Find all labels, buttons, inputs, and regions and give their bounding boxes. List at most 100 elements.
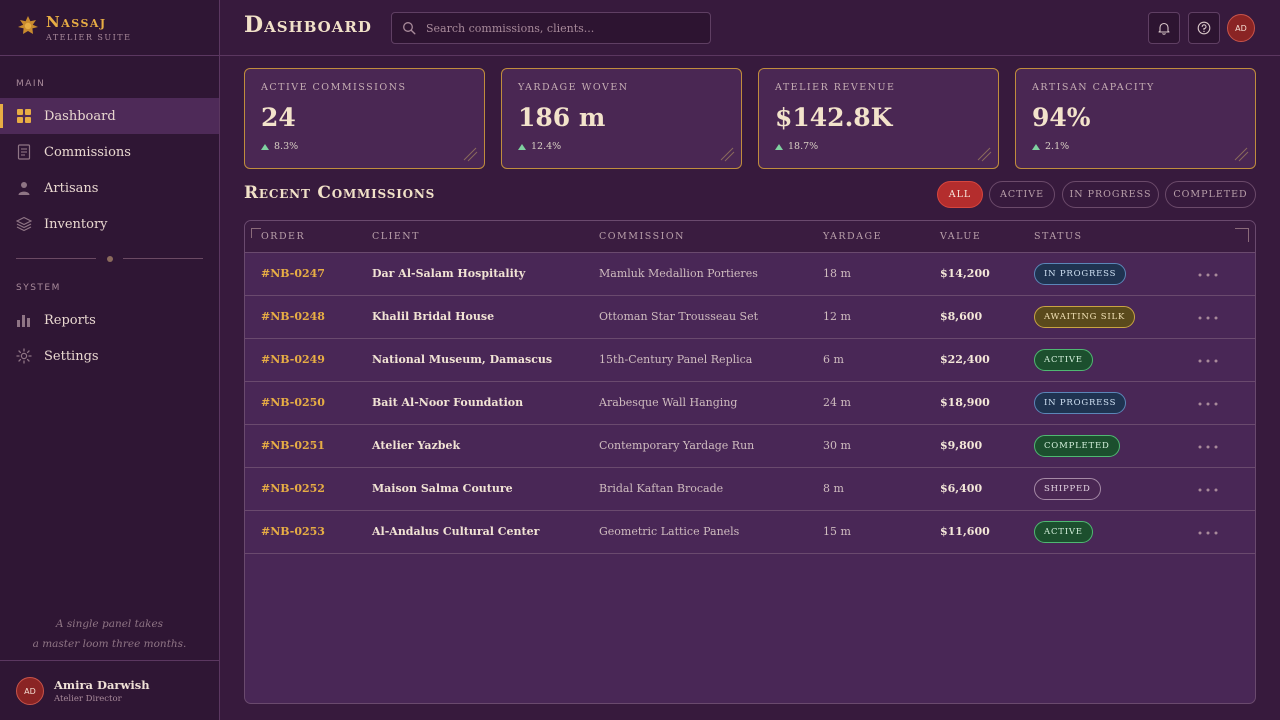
quote-line: a master loom three months. — [32, 638, 187, 650]
header-avatar[interactable]: AD — [1227, 14, 1255, 42]
grid-icon — [17, 109, 31, 123]
order-id[interactable]: #NB-0252 — [261, 482, 325, 495]
stat-label: Yardage Woven — [518, 82, 629, 93]
table-row[interactable]: #NB-0253 Al-Andalus Cultural Center Geomet… — [245, 511, 1255, 554]
corner-ornament-icon — [720, 147, 735, 162]
trend-up-icon — [775, 143, 783, 150]
client-name: Khalil Bridal House — [372, 310, 495, 323]
commission-name: Contemporary Yardage Run — [599, 439, 755, 452]
table-row[interactable]: #NB-0250 Bait Al-Noor Foundation Arabesque… — [245, 382, 1255, 425]
gear-icon — [16, 348, 32, 364]
status-badge: In Progress — [1034, 263, 1127, 285]
yardage: 30 m — [823, 439, 851, 452]
table-row[interactable]: #NB-0248 Khalil Bridal House Ottoman Star … — [245, 296, 1255, 339]
column-header-order[interactable]: Order — [261, 231, 305, 242]
status-badge: Active — [1034, 349, 1093, 371]
status-badge: Awaiting Silk — [1034, 306, 1136, 328]
trend-up-icon — [1032, 143, 1040, 150]
column-header-status[interactable]: Status — [1034, 231, 1083, 242]
order-value: $22,400 — [940, 353, 990, 366]
yardage: 8 m — [823, 482, 844, 495]
stat-card-atelier-revenue[interactable]: Atelier Revenue $142.8K 18.7% — [758, 68, 999, 169]
sidebar-item-dashboard[interactable]: Dashboard — [0, 98, 219, 134]
stat-label: Artisan Capacity — [1032, 82, 1155, 93]
order-value: $9,800 — [940, 439, 983, 452]
user-profile[interactable]: AD Amira Darwish Atelier Director — [0, 660, 219, 720]
column-header-value[interactable]: Value — [940, 231, 981, 242]
table-row[interactable]: #NB-0251 Atelier Yazbek Contemporary Yarda… — [245, 425, 1255, 468]
order-id[interactable]: #NB-0250 — [261, 396, 325, 409]
client-name: Maison Salma Couture — [372, 482, 513, 495]
user-name: Amira Darwish — [54, 678, 150, 692]
stat-label: Active Commissions — [261, 82, 407, 93]
section-title: Recent Commissions — [244, 183, 436, 203]
stat-label: Atelier Revenue — [775, 82, 896, 93]
more-options-icon[interactable] — [1198, 316, 1218, 320]
sidebar-item-label: Settings — [44, 348, 99, 364]
stat-delta: 18.7% — [775, 141, 818, 152]
status-badge: In Progress — [1034, 392, 1127, 414]
more-options-icon[interactable] — [1198, 402, 1218, 406]
column-header-client[interactable]: Client — [372, 231, 420, 242]
filter-active[interactable]: Active — [989, 181, 1055, 208]
more-options-icon[interactable] — [1198, 531, 1218, 535]
sidebar-item-inventory[interactable]: Inventory — [0, 206, 219, 242]
stat-value: 94% — [1032, 103, 1091, 132]
more-options-icon[interactable] — [1198, 445, 1218, 449]
corner-ornament — [251, 228, 261, 238]
search-box[interactable] — [391, 12, 711, 44]
order-id[interactable]: #NB-0248 — [261, 310, 325, 323]
table-row[interactable]: #NB-0247 Dar Al-Salam Hospitality Mamluk M… — [245, 253, 1255, 296]
corner-ornament-icon — [977, 147, 992, 162]
client-name: Atelier Yazbek — [372, 439, 461, 452]
stat-delta-value: 8.3% — [274, 141, 299, 152]
commission-name: Arabesque Wall Hanging — [599, 396, 738, 409]
yardage: 15 m — [823, 525, 851, 538]
help-button[interactable] — [1188, 12, 1220, 44]
stat-card-artisan-capacity[interactable]: Artisan Capacity 94% 2.1% — [1015, 68, 1256, 169]
order-id[interactable]: #NB-0253 — [261, 525, 325, 538]
sidebar-item-commissions[interactable]: Commissions — [0, 134, 219, 170]
filter-completed[interactable]: Completed — [1165, 181, 1256, 208]
order-value: $14,200 — [940, 267, 990, 280]
filter-all[interactable]: All — [937, 181, 983, 208]
brand[interactable]: Nassaj Atelier Suite — [18, 13, 218, 47]
brand-subtitle: Atelier Suite — [46, 33, 132, 42]
sidebar-item-artisans[interactable]: Artisans — [0, 170, 219, 206]
search-input[interactable] — [426, 13, 706, 43]
filter-in-progress[interactable]: In Progress — [1062, 181, 1159, 208]
stat-card-active-commissions[interactable]: Active Commissions 24 8.3% — [244, 68, 485, 169]
sidebar-item-label: Dashboard — [44, 108, 116, 124]
order-id[interactable]: #NB-0247 — [261, 267, 325, 280]
notifications-button[interactable] — [1148, 12, 1180, 44]
search-icon — [403, 22, 416, 35]
sidebar-item-reports[interactable]: Reports — [0, 302, 219, 338]
table-row[interactable]: #NB-0249 National Museum, Damascus 15th-Ce… — [245, 339, 1255, 382]
column-header-commission[interactable]: Commission — [599, 231, 685, 242]
sidebar-item-label: Inventory — [44, 216, 108, 232]
yardage: 24 m — [823, 396, 851, 409]
stat-card-yardage-woven[interactable]: Yardage Woven 186 m 12.4% — [501, 68, 742, 169]
section-label-main: Main — [16, 79, 46, 89]
corner-ornament-icon — [463, 147, 478, 162]
order-id[interactable]: #NB-0249 — [261, 353, 325, 366]
yardage: 6 m — [823, 353, 844, 366]
person-icon — [18, 182, 30, 195]
more-options-icon[interactable] — [1198, 359, 1218, 363]
commission-name: Ottoman Star Trousseau Set — [599, 310, 759, 323]
order-id[interactable]: #NB-0251 — [261, 439, 325, 452]
corner-ornament — [1235, 228, 1249, 242]
more-options-icon[interactable] — [1198, 488, 1218, 492]
bar-chart-icon — [17, 315, 30, 327]
stat-value: 186 m — [518, 103, 606, 132]
yardage: 12 m — [823, 310, 851, 323]
trend-up-icon — [518, 143, 526, 150]
more-options-icon[interactable] — [1198, 273, 1218, 277]
column-header-yardage[interactable]: Yardage — [823, 231, 882, 242]
stat-delta: 2.1% — [1032, 141, 1069, 152]
commissions-table: Order Client Commission Yardage Value St… — [244, 220, 1256, 704]
star-logo-icon — [18, 16, 38, 34]
stat-value: $142.8K — [775, 103, 893, 132]
table-row[interactable]: #NB-0252 Maison Salma Couture Bridal Kafta… — [245, 468, 1255, 511]
sidebar-item-settings[interactable]: Settings — [0, 338, 219, 374]
